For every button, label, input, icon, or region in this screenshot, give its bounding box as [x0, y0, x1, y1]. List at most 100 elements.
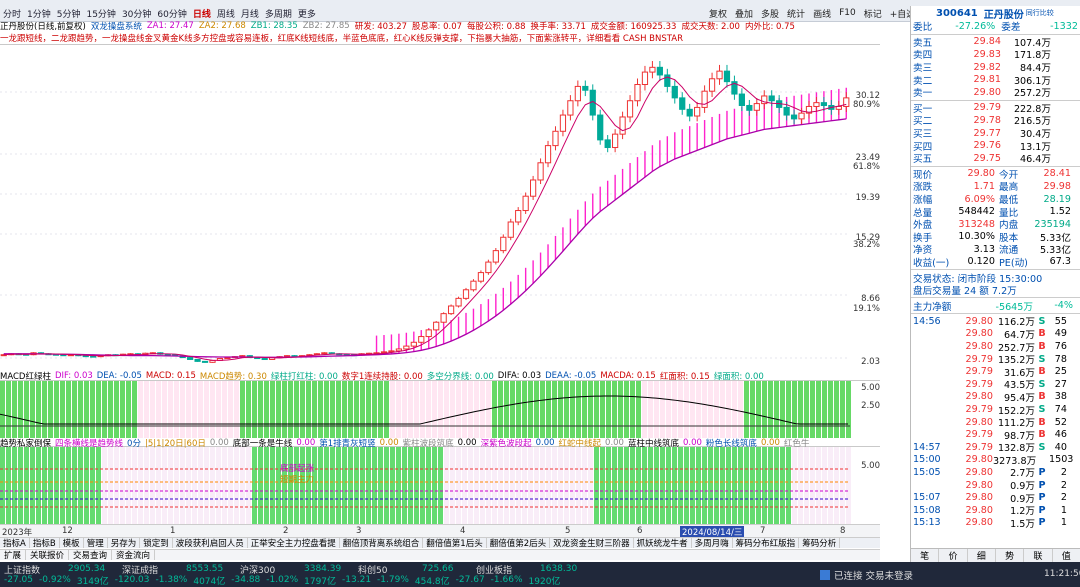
indicator-tab-2[interactable]: 模板	[60, 538, 84, 548]
period-tab-7[interactable]: 周线	[214, 7, 238, 20]
macd-bg-bar	[756, 381, 761, 438]
macd-bg-bar	[348, 381, 353, 438]
tool-4[interactable]: 画线	[809, 7, 835, 20]
macd-bg-bar	[138, 381, 143, 438]
indicator-tab-7[interactable]: 正举安全主力控盘看提	[248, 538, 340, 548]
macd-bg-bar	[504, 381, 509, 438]
bottom-tab-2[interactable]: 交易查询	[69, 550, 113, 560]
candle-body	[820, 102, 828, 107]
trend-bg-bar	[696, 447, 701, 525]
macd-bg-bar	[648, 381, 653, 438]
tool-5[interactable]: F10	[835, 8, 860, 18]
trend-bg-bar	[792, 447, 797, 525]
panel-tab-4[interactable]: 联	[1024, 549, 1053, 562]
panel-tab-5[interactable]: 值	[1053, 549, 1080, 562]
indicator-tab-5[interactable]: 锁定到	[140, 538, 173, 548]
trend-bg-bar	[630, 447, 635, 525]
candle-body	[694, 106, 701, 117]
period-tab-10[interactable]: 更多	[295, 7, 319, 20]
macd-bg-bar	[144, 381, 149, 438]
trend-bg-bar	[582, 447, 587, 525]
indicator-tab-10[interactable]: 翻倍值第2后头	[487, 538, 551, 548]
indicator-tab-9[interactable]: 翻倍值第1后头	[423, 538, 487, 548]
tool-0[interactable]: 复权	[705, 7, 731, 20]
sells-row-1: 卖四 29.83 171.8万	[911, 48, 1080, 62]
buys-row-0: 买一 29.79 222.8万	[911, 102, 1080, 115]
indicator-tab-0[interactable]: 指标A	[0, 538, 30, 548]
indicator-tab-6[interactable]: 波段获利启回人员	[173, 538, 248, 548]
period-tab-6[interactable]: 日线	[190, 7, 214, 20]
panel-tab-3[interactable]: 势	[996, 549, 1025, 562]
period-tab-4[interactable]: 30分钟	[119, 7, 154, 20]
indicator-tab-15[interactable]: 筹码分析	[799, 538, 841, 548]
index-value-2: 3384.39	[304, 564, 342, 574]
line1-item-7: 股息率: 0.07	[412, 22, 463, 32]
kline-svg[interactable]	[0, 45, 880, 371]
tool-1[interactable]: 叠加	[731, 7, 757, 20]
tick-price: 29.80	[965, 517, 993, 529]
buys-price: 29.78	[973, 114, 1001, 126]
index-change-13: -1.66%	[490, 575, 523, 585]
macd-bg-bar	[6, 381, 11, 438]
trend-bg-bar	[288, 447, 293, 525]
trend-bg-bar	[588, 447, 593, 525]
tick-row-7: 29.79 152.2万 S 74	[911, 403, 1080, 417]
stat-value-2: 1.52	[1049, 206, 1071, 218]
indicator-tab-1[interactable]: 指标B	[30, 538, 60, 548]
indicator-tab-14[interactable]: 筹码分布红版指	[733, 538, 800, 548]
buys-row-1: 买二 29.78 216.5万	[911, 114, 1080, 128]
period-tab-2[interactable]: 5分钟	[54, 7, 84, 20]
trend-bg-bar	[618, 447, 623, 525]
tick-count: 1503	[1049, 454, 1074, 466]
bottom-tab-1[interactable]: 关联报价	[26, 550, 70, 560]
indicator-tab-3[interactable]: 管理	[84, 538, 108, 548]
trend-indicator-pane[interactable]: 趋势私家倒保 四条横线是趋势线 0分 |5|1|20日|60日 0.00 底部一条是牛线 0…	[0, 438, 880, 525]
trend-bg-bar	[228, 447, 233, 525]
tick-count: 74	[1054, 404, 1067, 416]
tool-2[interactable]: 多股	[757, 7, 783, 20]
trend-bg-bar	[354, 447, 359, 525]
tool-3[interactable]: 统计	[783, 7, 809, 20]
period-tab-8[interactable]: 月线	[238, 7, 262, 20]
period-tab-9[interactable]: 多周期	[262, 7, 295, 20]
tick-list[interactable]: 14:56 29.80 116.2万 S 55 29.80 64.7万 B 49 29.80 252…	[911, 315, 1080, 530]
stat-label: 收益(一)	[913, 257, 950, 269]
index-change-10: -1.79%	[377, 575, 409, 585]
panel-tab-1[interactable]: 价	[939, 549, 968, 562]
main-kline-chart[interactable]: 30.12 80.9% 23.49 61.8% 19.39 15.29 38.2% 8.66 1…	[0, 44, 880, 370]
trend-bg-bar	[774, 447, 779, 525]
line1-item-10: 成交金额: 160925.33	[590, 22, 677, 32]
bottom-tab-0[interactable]: 扩展	[0, 550, 27, 560]
indicator-tab-12[interactable]: 抓妖统龙牛者	[634, 538, 692, 548]
indicator-tab-8[interactable]: 翻倍顶背离系统组合	[340, 538, 424, 548]
period-tab-0[interactable]: 分时	[0, 7, 24, 20]
trend-bg-bar	[132, 447, 137, 525]
peer-compare-link[interactable]: 同行比较	[1026, 8, 1054, 18]
candle-body	[418, 336, 425, 343]
trend-bg-bar	[720, 447, 725, 525]
period-tab-3[interactable]: 15分钟	[83, 7, 118, 20]
trend-bg-bar	[660, 447, 665, 525]
macd-pane[interactable]: MACD红绿柱 DIF: 0.03 DEA: -0.05 MACD: 0.15 MACD…	[0, 371, 880, 438]
trend-bg-bar	[264, 447, 269, 525]
trend-bg-bar	[66, 447, 71, 525]
tick-count: 25	[1054, 366, 1067, 378]
tool-6[interactable]: 标记	[860, 7, 886, 20]
candle-body	[492, 250, 499, 263]
macd-bg-bar	[642, 381, 647, 438]
trend-bg-bar	[114, 447, 119, 525]
tick-row-8: 29.80 111.2万 B 52	[911, 416, 1080, 430]
indicator-tab-13[interactable]: 多周月嗨	[692, 538, 733, 548]
bottom-tab-3[interactable]: 资金流向	[112, 550, 156, 560]
period-tab-5[interactable]: 60分钟	[154, 7, 189, 20]
macd-bg-bar	[108, 381, 113, 438]
indicator-tab-4[interactable]: 另存为	[108, 538, 141, 548]
panel-tab-0[interactable]: 笔	[911, 549, 940, 562]
period-tab-1[interactable]: 1分钟	[24, 7, 54, 20]
line1-item-9: 换手率: 33.71	[530, 22, 586, 32]
panel-tab-2[interactable]: 细	[968, 549, 996, 562]
index-change-4: -1.38%	[155, 575, 188, 585]
price-label-9: 2.03	[861, 357, 880, 367]
stat-row-1: 涨跌 1.71 最高 29.98	[911, 180, 1080, 194]
indicator-tab-11[interactable]: 双龙资金生财三阶器	[550, 538, 634, 548]
